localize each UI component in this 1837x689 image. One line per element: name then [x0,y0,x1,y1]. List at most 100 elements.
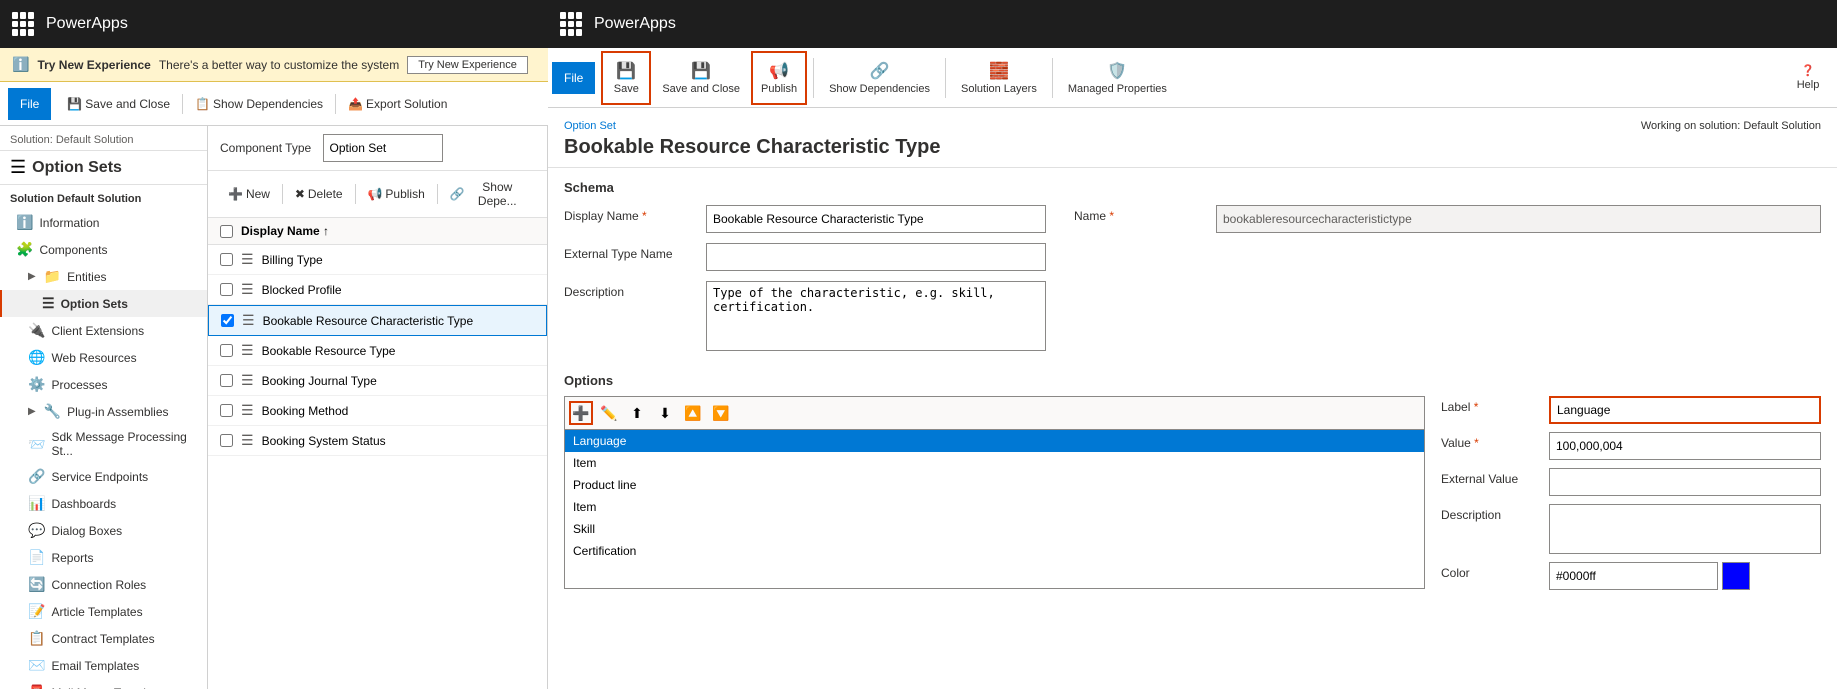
file-button-right[interactable]: File [552,62,595,94]
options-section-title: Options [564,373,1821,388]
list-row[interactable]: ☰Bookable Resource Characteristic Type [208,305,547,336]
description-label: Description [564,281,694,299]
nav-label: Plug-in Assemblies [67,405,168,419]
nav-item-dashboards[interactable]: 📊Dashboards [0,490,207,517]
row-checkbox[interactable] [220,253,233,266]
publish-button-right[interactable]: 📢 Publish [751,51,807,105]
managed-properties-button[interactable]: 🛡️ Managed Properties [1059,51,1176,105]
nav-icon: 🌐 [28,349,45,366]
list-row[interactable]: ☰Blocked Profile [208,275,547,305]
move-down-button[interactable]: ⬇ [653,401,677,425]
show-deps-button-list[interactable]: 🔗 Show Depe... [442,177,535,211]
nav-item-web-resources[interactable]: 🌐Web Resources [0,344,207,371]
option-item[interactable]: Item [565,452,1424,474]
value-prop-row: Value * [1441,432,1821,460]
sep-list-3 [437,184,438,204]
nav-icon: 🧩 [16,241,33,258]
save-button-right[interactable]: 💾 Save [601,51,651,105]
nav-item-entities[interactable]: ▶📁Entities [0,263,207,290]
row-label: Billing Type [262,253,323,267]
nav-item-service-endpoints[interactable]: 🔗Service Endpoints [0,463,207,490]
nav-item-information[interactable]: ℹ️Information [0,209,207,236]
list-row[interactable]: ☰Booking Method [208,396,547,426]
option-item[interactable]: Item [565,496,1424,518]
option-item[interactable]: Skill [565,518,1424,540]
waffle-icon-left[interactable] [12,12,36,36]
nav-item-plug-in-assemblies[interactable]: ▶🔧Plug-in Assemblies [0,398,207,425]
add-option-button[interactable]: ➕ [569,401,593,425]
help-button[interactable]: ❓ Help [1783,51,1833,105]
display-name-input[interactable] [706,205,1046,233]
export-solution-button[interactable]: 📤 Export Solution [340,94,455,114]
external-type-input[interactable] [706,243,1046,271]
publish-button-list[interactable]: 📢 Publish [359,184,432,204]
expand-arrow: ▶ [28,406,36,417]
external-type-row: External Type Name [564,243,1821,271]
show-dependencies-button-left[interactable]: 📋 Show Dependencies [187,94,331,114]
row-checkbox[interactable] [220,283,233,296]
schema-section: Schema Display Name * Name * External Ty… [548,168,1837,373]
nav-item-components[interactable]: 🧩Components [0,236,207,263]
delete-button[interactable]: ✖ Delete [287,184,351,204]
list-row[interactable]: ☰Billing Type [208,245,547,275]
nav-item-email-templates[interactable]: ✉️Email Templates [0,652,207,679]
list-row[interactable]: ☰Booking System Status [208,426,547,456]
nav-item-option-sets[interactable]: ☰Option Sets [0,290,207,317]
display-name-label: Display Name * [564,205,694,223]
option-item[interactable]: Certification [565,540,1424,562]
nav-item-sdk-message-processing-st...[interactable]: 📨Sdk Message Processing St... [0,425,207,463]
sort-desc-button[interactable]: 🔽 [709,401,733,425]
waffle-icon-right[interactable] [560,12,584,36]
row-label: Bookable Resource Type [262,344,396,358]
save-icon: 💾 [67,97,82,111]
option-item[interactable]: Language [565,430,1424,452]
nav-label: Sdk Message Processing St... [51,430,197,458]
nav-item-contract-templates[interactable]: 📋Contract Templates [0,625,207,652]
app-title-right: PowerApps [594,15,676,33]
list-header: Display Name ↑ [208,218,547,245]
try-banner-desc: There's a better way to customize the sy… [159,58,399,72]
list-row[interactable]: ☰Bookable Resource Type [208,336,547,366]
nav-item-article-templates[interactable]: 📝Article Templates [0,598,207,625]
sort-asc-button[interactable]: 🔼 [681,401,705,425]
solution-layers-button[interactable]: 🧱 Solution Layers [952,51,1046,105]
options-listbox[interactable]: LanguageItemProduct lineItemSkillCertifi… [564,429,1425,589]
nav-item-mail-merge-templates[interactable]: 📮Mail Merge Templates [0,679,207,689]
component-type-input[interactable] [323,134,443,162]
nav-icon: ℹ️ [16,214,33,231]
desc-prop-label: Description [1441,504,1541,522]
nav-item-connection-roles[interactable]: 🔄Connection Roles [0,571,207,598]
row-checkbox[interactable] [220,434,233,447]
select-all-checkbox[interactable] [220,225,233,238]
value-input[interactable] [1549,432,1821,460]
nav-item-dialog-boxes[interactable]: 💬Dialog Boxes [0,517,207,544]
nav-item-reports[interactable]: 📄Reports [0,544,207,571]
file-button-left[interactable]: File [8,88,51,120]
row-checkbox[interactable] [220,404,233,417]
move-up-button[interactable]: ⬆ [625,401,649,425]
nav-icon: 🔌 [28,322,45,339]
row-checkbox[interactable] [221,314,234,327]
nav-label: Processes [51,378,107,392]
save-and-close-button-left[interactable]: 💾 Save and Close [59,94,178,114]
color-input[interactable] [1549,562,1718,590]
external-value-input[interactable] [1549,468,1821,496]
desc-prop-textarea[interactable] [1549,504,1821,554]
save-and-close-button-right[interactable]: 💾 Save and Close [653,51,749,105]
nav-label: Client Extensions [51,324,144,338]
new-button[interactable]: ➕ New [220,184,278,204]
nav-item-processes[interactable]: ⚙️Processes [0,371,207,398]
try-new-experience-button[interactable]: Try New Experience [407,56,528,74]
option-item[interactable]: Product line [565,474,1424,496]
edit-option-button[interactable]: ✏️ [597,401,621,425]
show-dependencies-button-right[interactable]: 🔗 Show Dependencies [820,51,939,105]
row-checkbox[interactable] [220,374,233,387]
color-swatch[interactable] [1722,562,1750,590]
list-row[interactable]: ☰Booking Journal Type [208,366,547,396]
name-input[interactable] [1216,205,1821,233]
label-input[interactable] [1549,396,1821,424]
description-textarea[interactable] [706,281,1046,351]
nav-item-client-extensions[interactable]: 🔌 Client Extensions [0,317,207,344]
expand-arrow: ▶ [28,271,36,282]
row-checkbox[interactable] [220,344,233,357]
